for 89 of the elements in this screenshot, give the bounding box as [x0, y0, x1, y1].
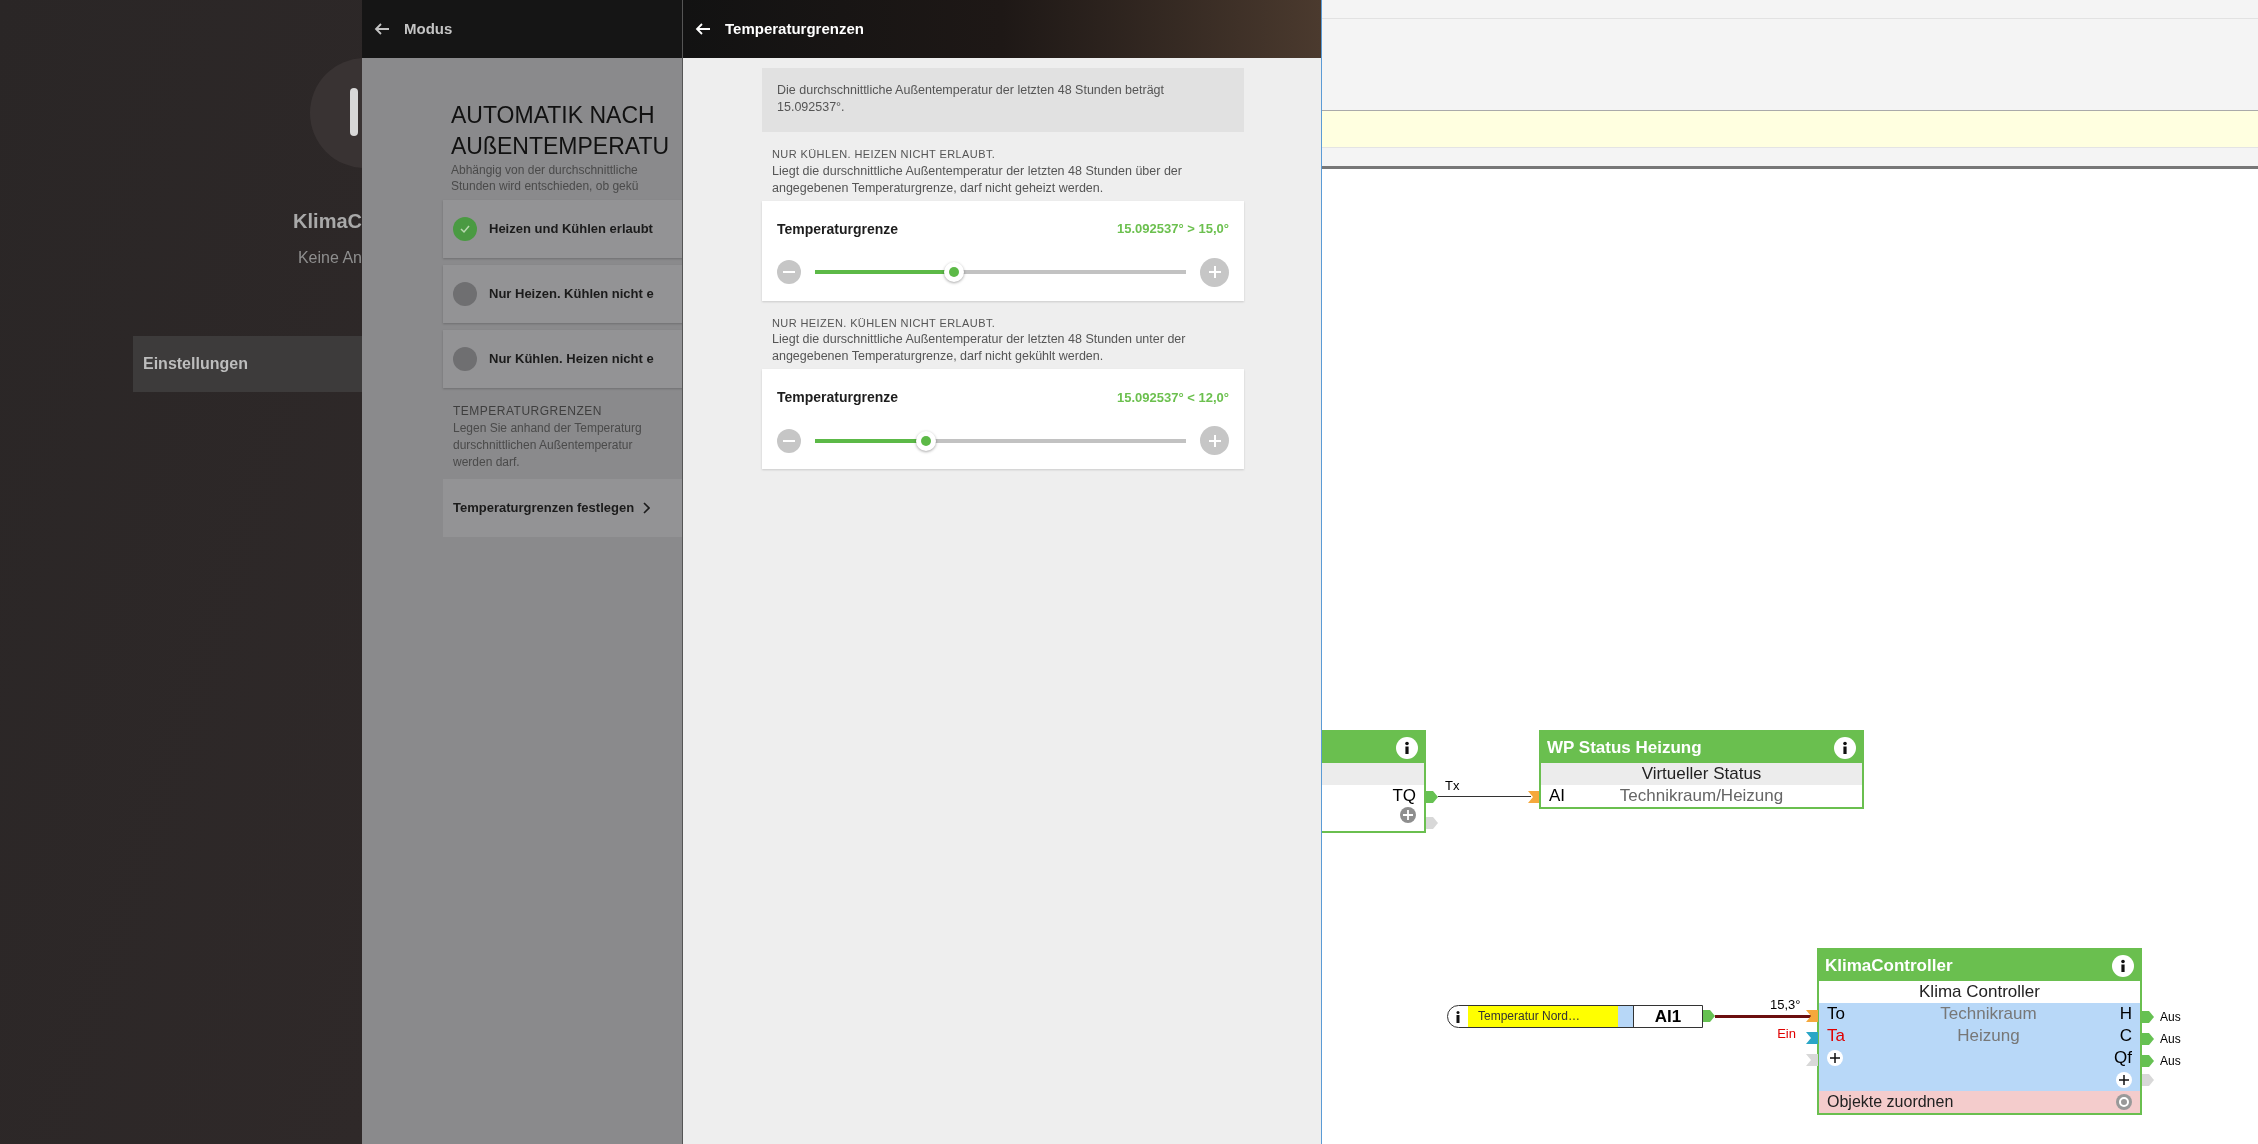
port-label: C [2119, 1025, 2132, 1048]
back-arrow-icon[interactable] [374, 21, 390, 37]
port-marker[interactable] [1806, 1054, 1818, 1066]
port-label: Qf [2114, 1047, 2132, 1070]
slider[interactable] [815, 262, 1186, 282]
decrease-button[interactable] [777, 260, 801, 284]
section-description: Legen Sie anhand der Temperaturg [453, 420, 643, 437]
chevron-right-icon [642, 502, 651, 514]
mode-option[interactable]: Nur Kühlen. Heizen nicht e [443, 330, 682, 388]
limit-label: Temperaturgrenze [777, 219, 899, 239]
info-icon[interactable] [1455, 1010, 1461, 1023]
limit-heading: NUR HEIZEN. KÜHLEN NICHT ERLAUBT. [771, 315, 997, 331]
add-port-icon[interactable] [2116, 1072, 2132, 1088]
device-name: KlimaC [293, 209, 362, 234]
input-object[interactable]: Temperatur Nord… AI1 [1447, 1005, 1703, 1028]
object-port: AI1 [1633, 1006, 1702, 1027]
slider-thumb[interactable] [916, 430, 937, 451]
settings-menu-item[interactable]: Einstellungen [133, 336, 362, 392]
increase-button[interactable] [1200, 426, 1229, 455]
output-value: Aus [2160, 1009, 2181, 1026]
section-description: durschnittlichen Außentemperatur [453, 437, 634, 454]
increase-button[interactable] [1200, 257, 1229, 287]
limit-reading: 15.092537° < 12,0° [1117, 388, 1229, 407]
panel-title: Temperaturgrenzen [725, 18, 864, 39]
block-title: WP Status Heizung [1547, 736, 1702, 759]
logic-block[interactable]: WP Status Heizung Virtueller Status AI Technikraum/Heizung [1539, 730, 1864, 809]
info-icon[interactable] [2112, 954, 2134, 977]
port-label: AI [1549, 785, 1567, 808]
block-type: Virtueller Status [1541, 763, 1862, 785]
wire-label: Tx [1445, 777, 1460, 795]
port-marker[interactable] [1426, 791, 1438, 803]
port-label: To [1827, 1003, 1846, 1026]
port-marker[interactable] [2142, 1011, 2154, 1023]
check-icon [459, 223, 471, 235]
section-description: werden darf. [453, 454, 521, 471]
port-label: H [2119, 1003, 2132, 1026]
port-label: Ta [1827, 1025, 1846, 1048]
mode-heading: AUßENTEMPERATU [451, 132, 671, 161]
mode-option[interactable]: Nur Heizen. Kühlen nicht e [443, 265, 682, 323]
limits-link[interactable]: Temperaturgrenzen festlegen [443, 479, 682, 537]
wire-label: 15,3° [1770, 996, 1801, 1014]
mode-heading: AUTOMATIK NACH [451, 101, 656, 130]
logic-block[interactable]: KlimaController Klima Controller To Technikraum Ta Heizung H C Qf Objekte zuordnen [1817, 948, 2142, 1115]
port-value: Technikraum [1939, 1003, 2038, 1026]
port-value: Heizung [1956, 1025, 2021, 1048]
block-title: KlimaController [1825, 954, 1953, 977]
port-label: TQ [1392, 785, 1416, 808]
info-icon[interactable] [1396, 736, 1418, 759]
port-marker[interactable] [2142, 1033, 2154, 1045]
info-text: Die durchschnittliche Außentemperatur der letzten 48 Stunden beträgt 15.092537°. [777, 82, 1166, 116]
plus-icon [1208, 434, 1221, 447]
port-value: Technikraum/Heizung [1618, 785, 1785, 808]
port-marker[interactable] [2142, 1055, 2154, 1067]
output-value: Aus [2160, 1053, 2181, 1070]
gear-icon[interactable] [2116, 1094, 2132, 1110]
add-port-icon[interactable] [1827, 1050, 1843, 1066]
slider-thumb[interactable] [944, 262, 965, 282]
device-status: Keine An [297, 248, 362, 268]
mode-option[interactable]: Heizen und Kühlen erlaubt [443, 200, 682, 258]
port-marker[interactable] [1806, 1010, 1818, 1022]
port-marker[interactable] [2142, 1074, 2154, 1086]
port-marker[interactable] [1806, 1032, 1818, 1044]
link-label: Temperaturgrenzen festlegen [453, 499, 635, 518]
limit-description: Liegt die durschnittliche Außentemperatur der letzten 48 Stunden über der angegebenen Temperaturgrenze, darf nicht geheizt werden. [771, 162, 1183, 197]
object-name: Temperatur Nord… [1468, 1006, 1618, 1027]
limit-heading: NUR KÜHLEN. HEIZEN NICHT ERLAUBT. [771, 147, 997, 162]
mode-description: Stunden wird entschieden, ob gekü [451, 178, 640, 194]
panel-title: Modus [404, 18, 453, 39]
back-arrow-icon[interactable] [695, 21, 711, 37]
radio-button[interactable] [453, 282, 477, 306]
option-label: Nur Heizen. Kühlen nicht e [489, 285, 654, 304]
slider[interactable] [815, 430, 1186, 451]
radio-button[interactable] [453, 347, 477, 371]
limit-reading: 15.092537° > 15,0° [1117, 220, 1229, 239]
output-value: Aus [2160, 1031, 2181, 1048]
port-marker[interactable] [1703, 1010, 1715, 1022]
limit-label: Temperaturgrenze [777, 388, 899, 407]
option-label: Nur Kühlen. Heizen nicht e [489, 350, 654, 369]
info-icon[interactable] [1834, 736, 1856, 759]
decrease-button[interactable] [777, 428, 801, 453]
port-marker[interactable] [1426, 817, 1438, 829]
logic-block[interactable]: TQ [1322, 730, 1426, 833]
section-title: TEMPERATURGRENZEN [453, 403, 603, 420]
option-label: Heizen und Kühlen erlaubt [489, 220, 653, 239]
radio-button[interactable] [453, 217, 477, 241]
wire-label: Ein [1777, 1025, 1796, 1043]
mode-description: Abhängig von der durchschnittliche [451, 162, 639, 178]
limit-description: Liegt die durschnittliche Außentemperatur der letzten 48 Stunden unter der angegebenen Temperaturgrenze, darf nicht gekühlt werden. [771, 331, 1187, 365]
plus-icon [1208, 266, 1221, 278]
